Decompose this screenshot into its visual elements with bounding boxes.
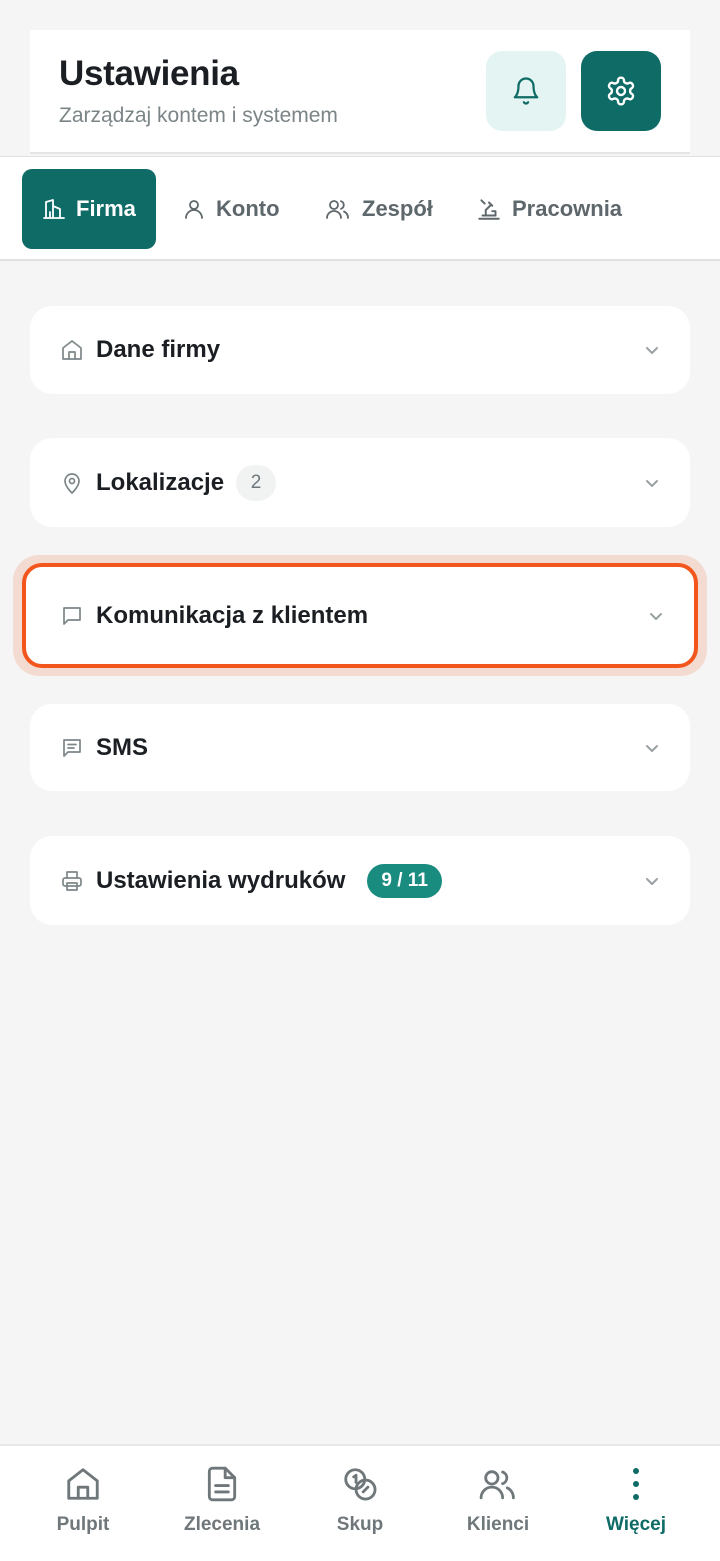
chevron-down-icon bbox=[646, 744, 658, 752]
section-lokalizacje[interactable]: Lokalizacje 2 bbox=[30, 438, 690, 527]
map-pin-icon bbox=[60, 471, 84, 495]
home-icon bbox=[64, 1464, 102, 1504]
notifications-button[interactable] bbox=[486, 51, 566, 131]
printer-icon bbox=[60, 869, 84, 893]
document-icon bbox=[203, 1464, 241, 1504]
tab-firma[interactable]: Firma bbox=[22, 169, 156, 249]
section-sms[interactable]: SMS bbox=[30, 704, 690, 791]
nav-label: Pulpit bbox=[56, 1514, 110, 1535]
nav-zlecenia[interactable]: Zlecenia bbox=[152, 1464, 292, 1554]
nav-label: Więcej bbox=[605, 1514, 667, 1535]
section-title: Dane firmy bbox=[96, 336, 221, 363]
nav-label: Skup bbox=[336, 1514, 384, 1535]
bottom-navigation: Pulpit Zlecenia Skup Klienci Więcej bbox=[0, 1444, 720, 1561]
chevron-down-icon bbox=[650, 612, 662, 620]
user-icon bbox=[185, 200, 203, 219]
nav-wiecej[interactable]: Więcej bbox=[566, 1464, 706, 1554]
bell-icon bbox=[513, 77, 539, 105]
tab-konto[interactable]: Konto bbox=[182, 169, 280, 249]
page-title: Ustawienia bbox=[59, 54, 239, 93]
chevron-down-icon bbox=[646, 347, 658, 354]
more-vertical-icon bbox=[631, 1464, 641, 1504]
count-badge: 2 bbox=[236, 464, 277, 501]
page-subtitle: Zarządzaj kontem i systemem bbox=[59, 104, 338, 127]
building-icon bbox=[43, 199, 65, 219]
tab-label: Pracownia bbox=[512, 196, 623, 221]
section-title: Lokalizacje bbox=[96, 468, 225, 496]
nav-skup[interactable]: Skup bbox=[290, 1464, 430, 1554]
chat-icon bbox=[60, 604, 84, 628]
tab-label: Konto bbox=[216, 196, 280, 221]
users-icon bbox=[478, 1464, 518, 1504]
section-komunikacja-z-klientem[interactable]: Komunikacja z klientem bbox=[22, 563, 698, 668]
section-title: Komunikacja z klientem bbox=[96, 601, 369, 629]
settings-tabs: Firma Konto Zespół Pracownia bbox=[0, 156, 720, 261]
workbench-icon bbox=[478, 199, 500, 220]
nav-label: Klienci bbox=[466, 1514, 530, 1535]
section-title: Ustawienia wydruków bbox=[96, 866, 346, 894]
section-title: SMS bbox=[96, 733, 149, 761]
home-icon bbox=[60, 338, 84, 362]
section-ustawienia-wydrukow[interactable]: Ustawienia wydruków 9 / 11 bbox=[30, 836, 690, 925]
tab-pracownia[interactable]: Pracownia bbox=[476, 169, 622, 249]
nav-klienci[interactable]: Klienci bbox=[428, 1464, 568, 1554]
nav-pulpit[interactable]: Pulpit bbox=[13, 1464, 153, 1554]
tab-label: Firma bbox=[76, 196, 136, 221]
section-dane-firmy[interactable]: Dane firmy bbox=[30, 306, 690, 394]
users-icon bbox=[326, 200, 349, 219]
tab-zespol[interactable]: Zespół bbox=[324, 169, 433, 249]
nav-label: Zlecenia bbox=[183, 1514, 261, 1535]
settings-button[interactable] bbox=[581, 51, 661, 131]
message-text-icon bbox=[60, 736, 84, 760]
gear-icon bbox=[607, 76, 635, 106]
chevron-down-icon bbox=[646, 479, 658, 487]
progress-badge: 9 / 11 bbox=[367, 863, 442, 898]
coins-icon bbox=[341, 1464, 379, 1504]
chevron-down-icon bbox=[646, 877, 658, 885]
page-header: Ustawienia Zarządzaj kontem i systemem bbox=[30, 30, 690, 154]
tab-label: Zespół bbox=[362, 196, 433, 221]
